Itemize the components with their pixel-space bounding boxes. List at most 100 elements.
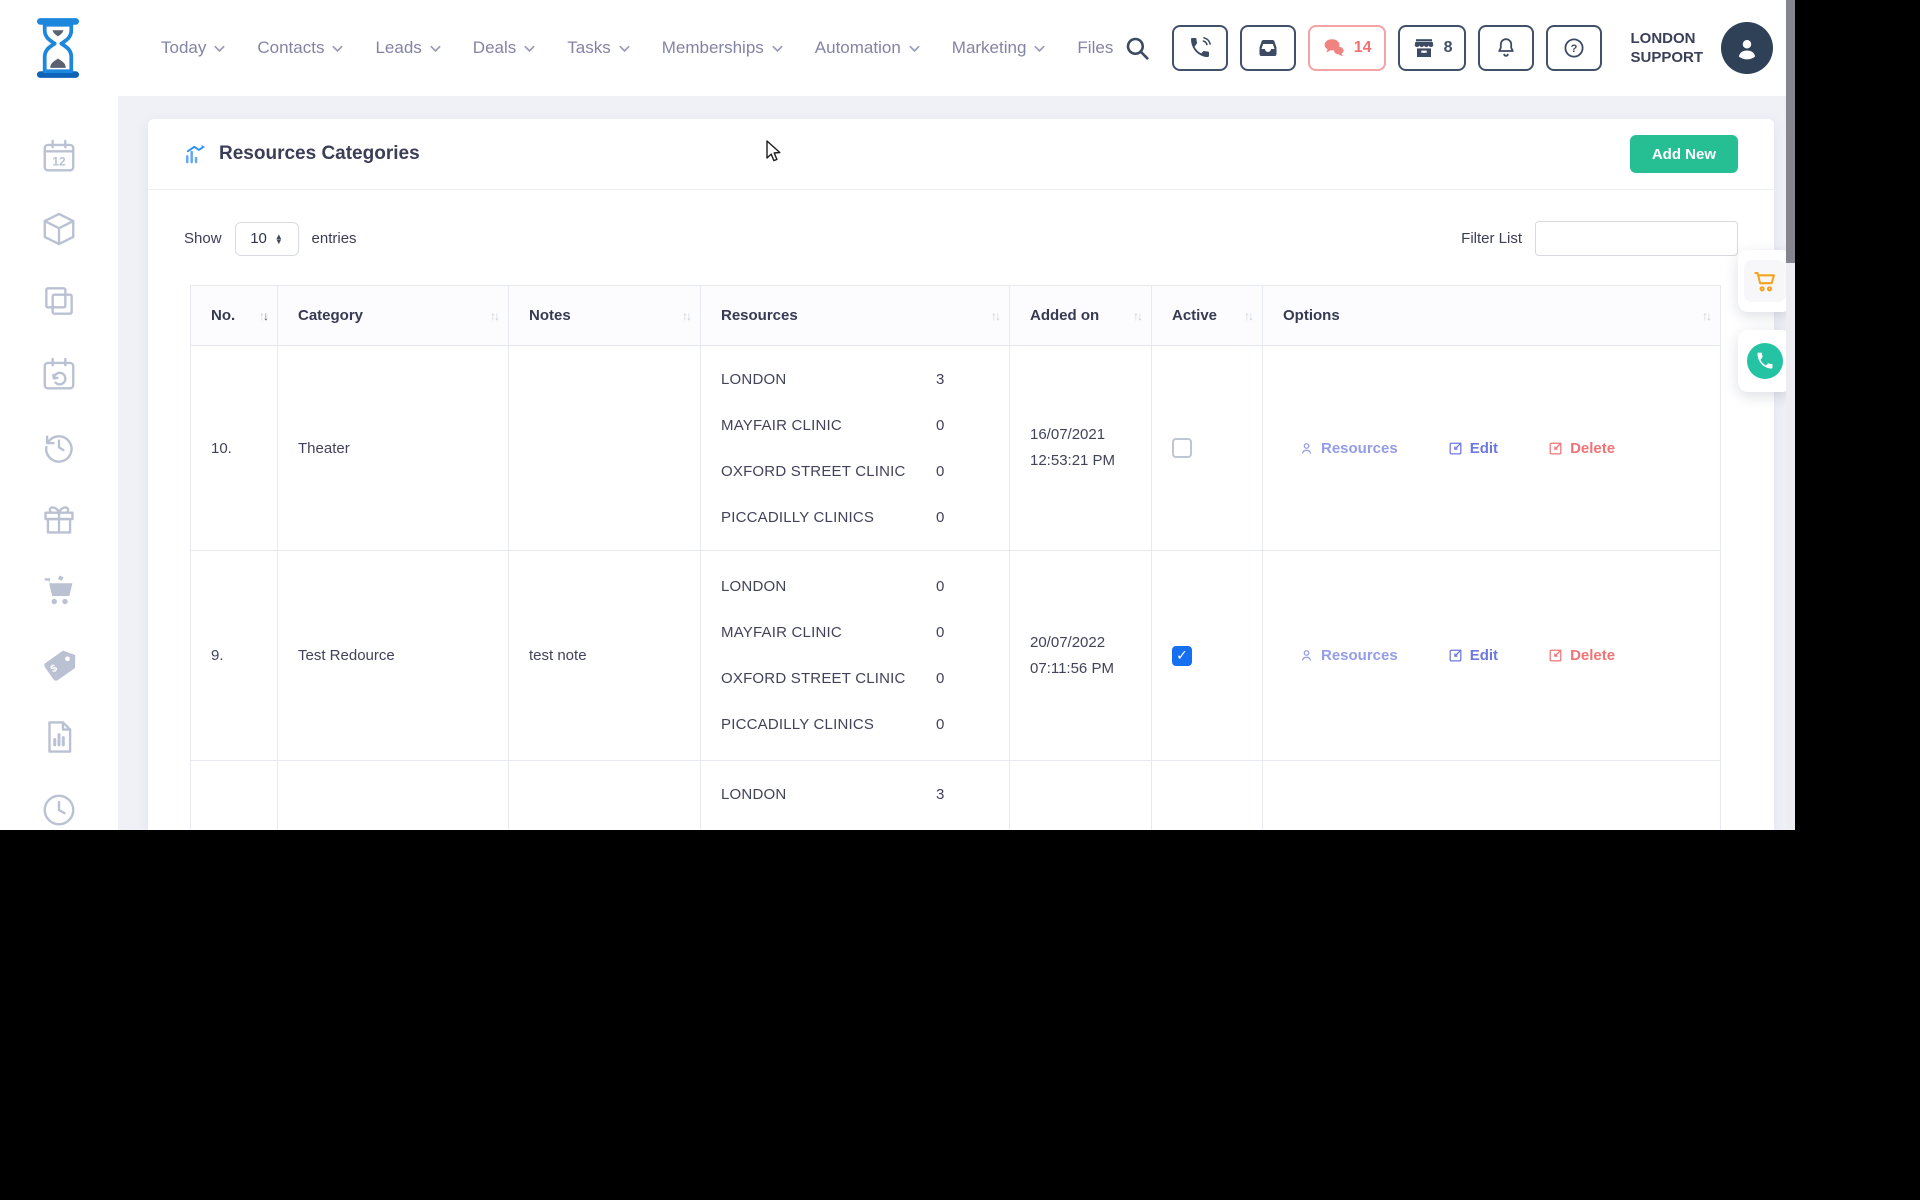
- app-window: Today Contacts Leads Deals Tasks Memberships A…: [0, 0, 1795, 830]
- chevron-down-icon: [524, 45, 535, 53]
- nav-item-files[interactable]: Files: [1077, 38, 1113, 58]
- cell-number: [190, 760, 278, 830]
- column-header-notes[interactable]: Notes ↑↓: [508, 285, 701, 346]
- edit-link[interactable]: Edit: [1448, 647, 1498, 664]
- store-button[interactable]: 8: [1397, 25, 1467, 71]
- nav-item-deals[interactable]: Deals: [473, 38, 535, 58]
- active-checkbox[interactable]: ✓: [1172, 645, 1192, 666]
- nav-item-leads[interactable]: Leads: [375, 38, 441, 58]
- page-size-select[interactable]: 10 ▲ ▼: [234, 221, 299, 256]
- column-header-added-on[interactable]: Added on ↑↓: [1009, 285, 1152, 346]
- column-header-options[interactable]: Options ↑↓: [1262, 285, 1721, 346]
- calendar-sync-icon[interactable]: [39, 354, 79, 394]
- resource-name: LONDON: [721, 370, 787, 388]
- notifications-button[interactable]: [1478, 25, 1535, 71]
- cell-category: Test Redource: [277, 550, 509, 761]
- cart-icon: [1753, 271, 1775, 291]
- report-icon[interactable]: [39, 718, 79, 758]
- nav-item-label: Today: [161, 38, 207, 57]
- bell-icon: [1498, 38, 1515, 57]
- added-date: 20/07/2022: [1030, 633, 1106, 651]
- nav-item-contacts[interactable]: Contacts: [257, 38, 344, 58]
- delete-link[interactable]: Delete: [1548, 647, 1615, 664]
- resource-count: 0: [936, 578, 945, 595]
- resource-line: LONDON 0: [721, 564, 981, 610]
- filter-input[interactable]: [1535, 221, 1738, 256]
- logo-hourglass-icon[interactable]: [30, 16, 86, 80]
- nav-item-memberships[interactable]: Memberships: [662, 38, 783, 58]
- nav-item-label: Memberships: [661, 38, 764, 57]
- nav-item-label: Tasks: [567, 38, 611, 57]
- chat-button[interactable]: 14: [1307, 25, 1386, 71]
- delete-link[interactable]: Delete: [1548, 440, 1615, 457]
- search-icon[interactable]: [1124, 35, 1150, 61]
- topbar: Today Contacts Leads Deals Tasks Memberships A…: [0, 0, 1795, 96]
- resource-count: 0: [936, 462, 945, 480]
- gift-icon[interactable]: [39, 500, 79, 540]
- nav-item-marketing[interactable]: Marketing: [952, 38, 1046, 58]
- delete-link-label: Delete: [1570, 439, 1616, 457]
- floating-phone-button[interactable]: [1738, 330, 1792, 392]
- nav-item-label: Deals: [472, 38, 517, 57]
- column-label: Active: [1172, 307, 1218, 324]
- show-label: Show: [184, 230, 222, 247]
- column-header-no-[interactable]: No. ↑↓: [190, 285, 278, 346]
- spinner-arrows-icon: ▲ ▼: [274, 231, 283, 246]
- chevron-down-icon: [772, 45, 783, 53]
- resources-link[interactable]: Resources: [1299, 440, 1398, 457]
- entries-label: entries: [311, 230, 357, 247]
- show-entries: Show 10 ▲ ▼ entries: [184, 221, 357, 256]
- inbox-button[interactable]: [1239, 25, 1296, 71]
- avatar[interactable]: [1721, 22, 1773, 74]
- add-new-button[interactable]: Add New: [1629, 135, 1738, 173]
- phone-icon: [1190, 37, 1211, 57]
- table-controls: Show 10 ▲ ▼ entries Filter List: [148, 190, 1774, 285]
- floating-cart-button[interactable]: [1738, 250, 1792, 312]
- svg-text:12: 12: [52, 154, 66, 168]
- cart-icon[interactable]: [39, 572, 79, 612]
- phone-button[interactable]: [1171, 25, 1228, 71]
- column-label: Notes: [529, 307, 571, 324]
- column-label: Added on: [1030, 307, 1100, 324]
- cell-category: [277, 760, 509, 830]
- edit-link[interactable]: Edit: [1448, 440, 1498, 457]
- resource-count: 0: [936, 508, 945, 526]
- copy-icon[interactable]: [39, 281, 79, 321]
- column-header-active[interactable]: Active ↑↓: [1151, 285, 1263, 346]
- user-name: LONDON SUPPORT: [1630, 29, 1703, 67]
- nav-item-tasks[interactable]: Tasks: [567, 38, 630, 58]
- svg-text:?: ?: [1571, 43, 1578, 55]
- resource-name: LONDON: [721, 785, 787, 803]
- nav-item-today[interactable]: Today: [161, 38, 225, 58]
- calendar-icon[interactable]: 12: [39, 136, 79, 176]
- options-links: Resources Edit Delete: [1299, 647, 1720, 664]
- sort-arrows-icon: ↑↓: [490, 308, 500, 323]
- cell-options: Resources Edit Delete: [1262, 345, 1721, 551]
- main-content: Resources Categories Add New Show 10 ▲ ▼ …: [118, 96, 1795, 830]
- added-time: 12:53:21 PM: [1030, 452, 1116, 469]
- sort-arrows-icon: ↑↓: [682, 308, 692, 323]
- column-header-category[interactable]: Category ↑↓: [277, 285, 509, 346]
- cell-notes: [508, 760, 701, 830]
- column-label: Resources: [721, 307, 798, 324]
- clock-icon[interactable]: [39, 790, 79, 830]
- analytics-icon: [186, 144, 206, 163]
- help-button[interactable]: ?: [1546, 25, 1603, 71]
- column-label: Category: [298, 307, 364, 324]
- column-header-resources[interactable]: Resources ↑↓: [700, 285, 1010, 346]
- resources-link-label: Resources: [1321, 647, 1398, 664]
- chat-count-badge: 14: [1353, 39, 1372, 56]
- card-header: Resources Categories Add New: [148, 119, 1774, 190]
- active-checkbox[interactable]: [1172, 438, 1192, 458]
- resource-name: OXFORD STREET CLINIC: [721, 462, 906, 480]
- scrollbar-thumb[interactable]: [1786, 0, 1795, 263]
- resource-name: LONDON: [721, 578, 787, 595]
- tag-icon[interactable]: $: [39, 645, 79, 685]
- scrollbar[interactable]: [1786, 0, 1795, 830]
- cell-notes: [508, 345, 701, 551]
- resources-link[interactable]: Resources: [1299, 647, 1398, 664]
- delete-link-label: Delete: [1570, 647, 1616, 664]
- nav-item-automation[interactable]: Automation: [815, 38, 920, 58]
- package-icon[interactable]: [39, 209, 79, 249]
- history-icon[interactable]: [39, 427, 79, 467]
